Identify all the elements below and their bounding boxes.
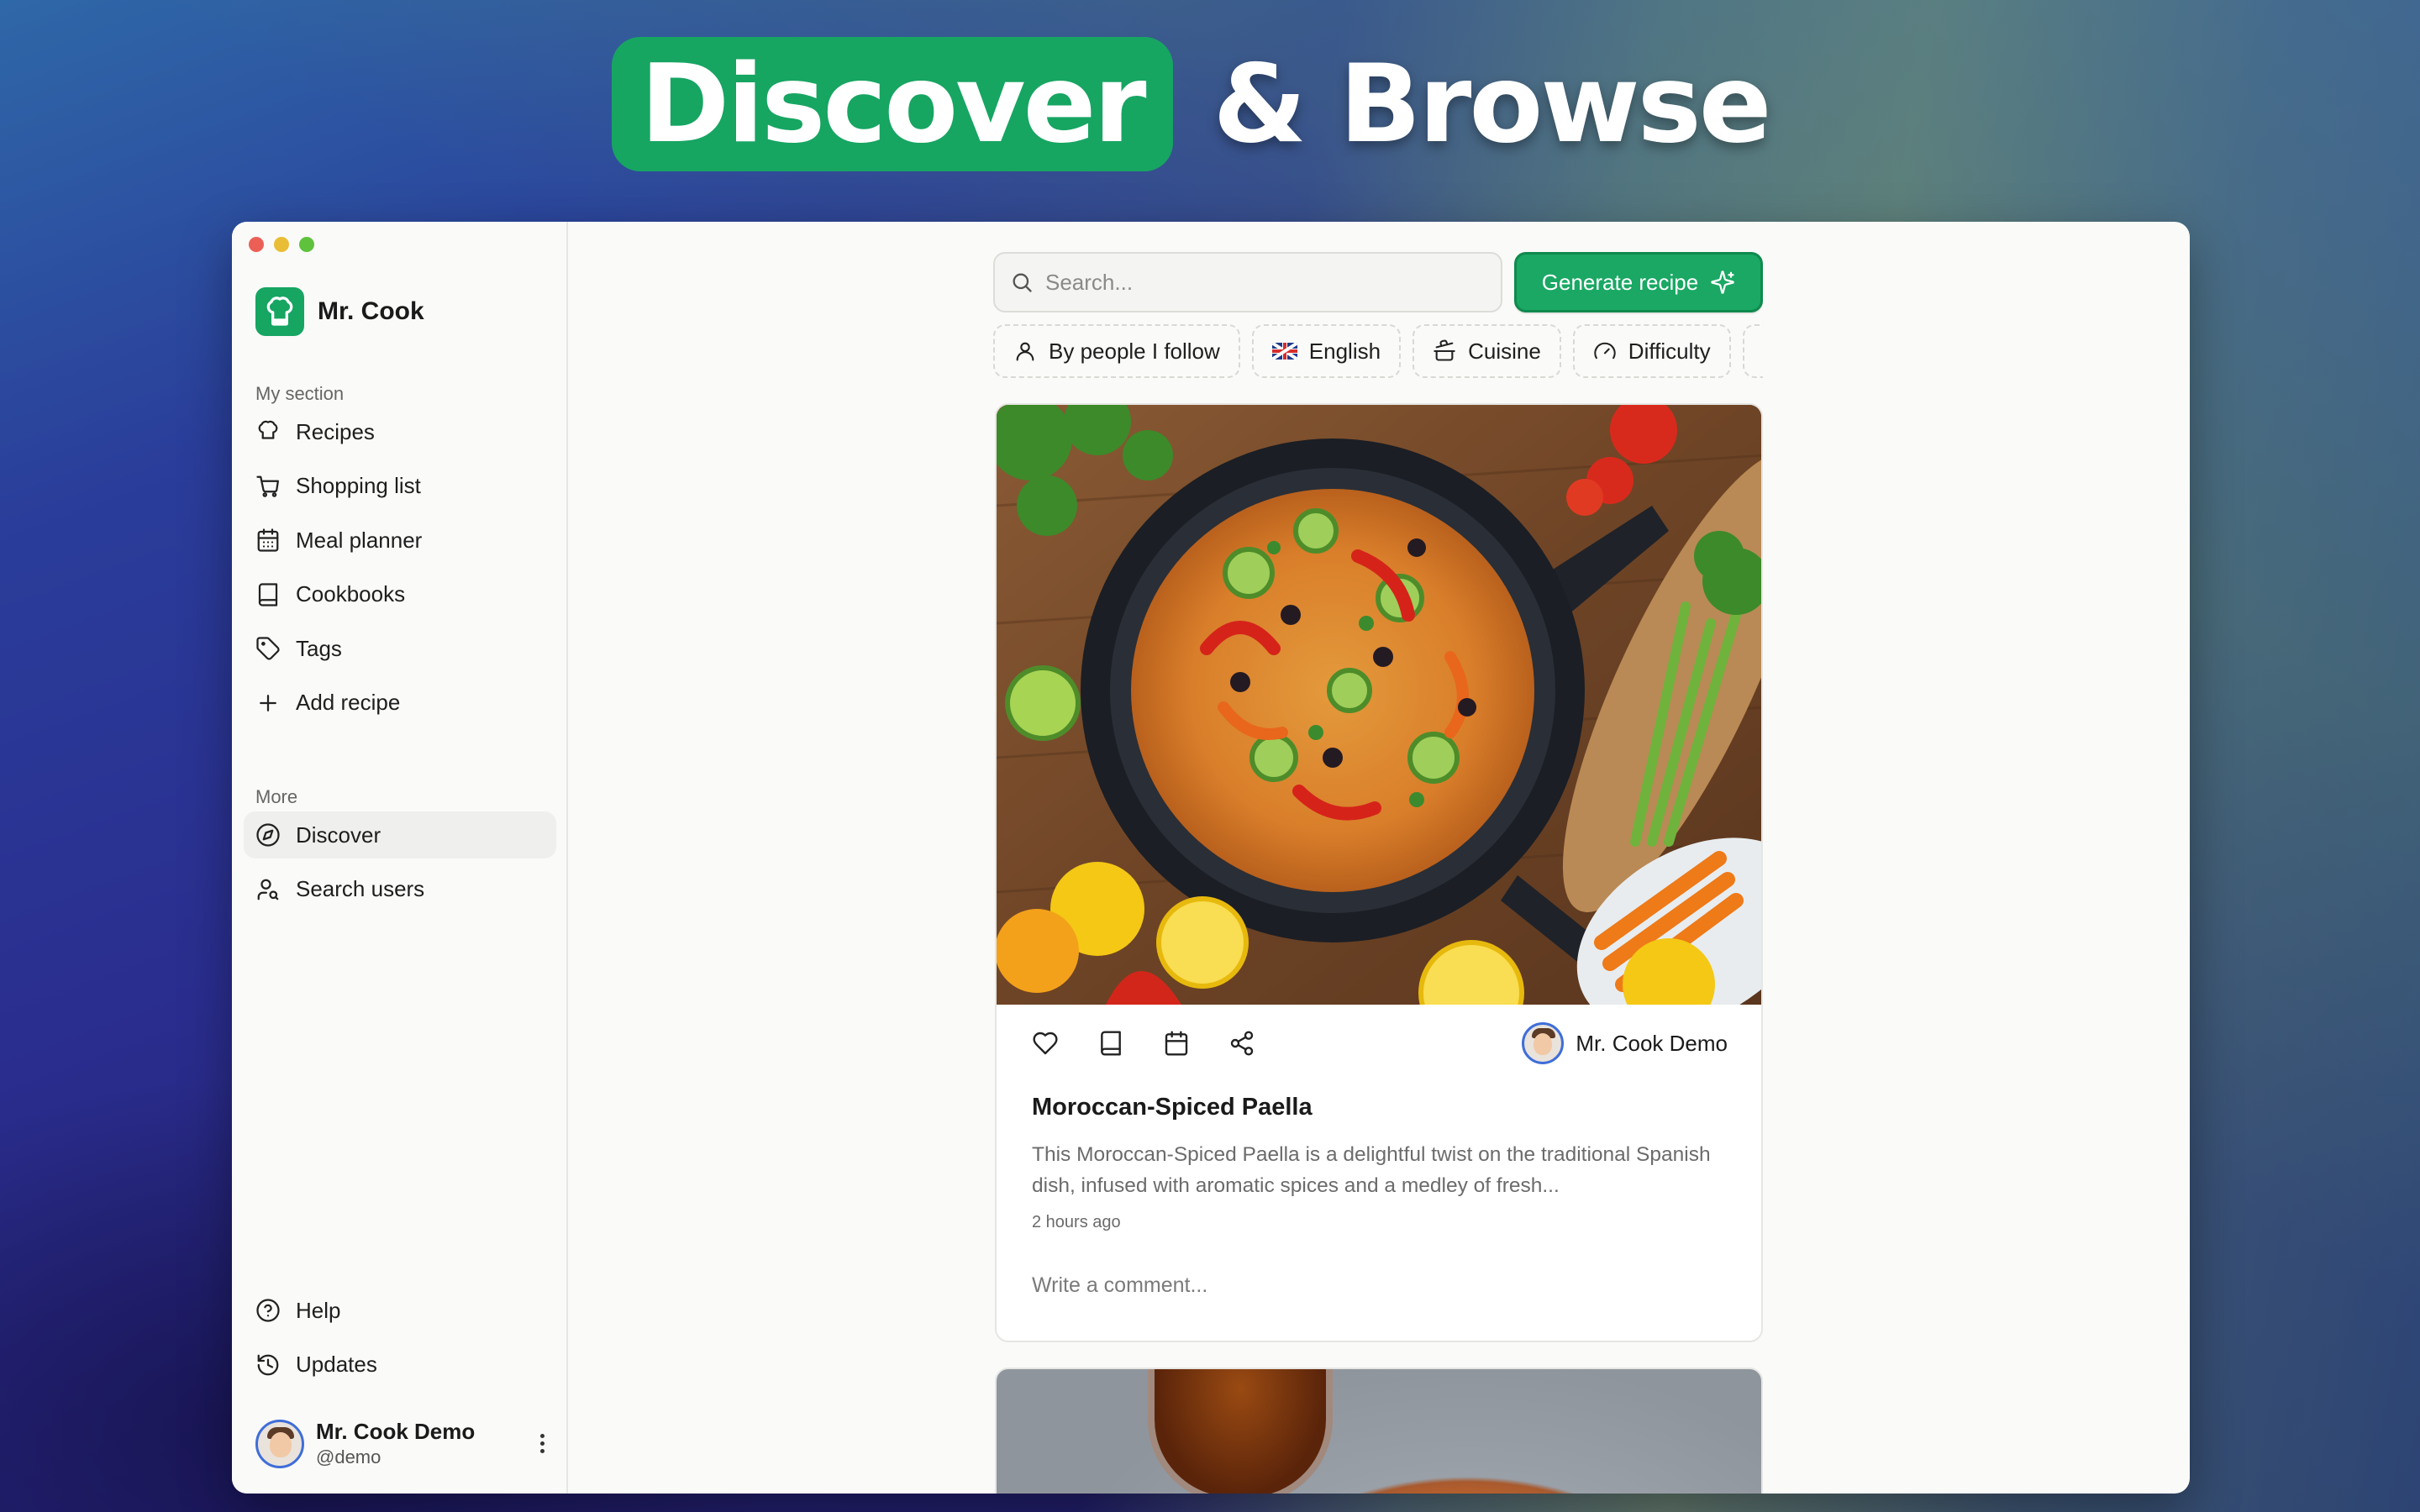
user-search-icon xyxy=(257,879,279,900)
sidebar-item-label: Recipes xyxy=(296,418,375,444)
sidebar-item-recipes[interactable]: Recipes xyxy=(244,408,556,455)
sidebar-item-add-recipe[interactable]: Add recipe xyxy=(244,680,556,727)
minimize-window-button[interactable] xyxy=(274,237,289,252)
add-to-meal-plan-button[interactable] xyxy=(1161,1028,1192,1058)
recipe-title[interactable]: Moroccan-Spiced Paella xyxy=(1032,1094,1313,1121)
sidebar-item-label: Tags xyxy=(296,635,342,661)
app-window: Mr. Cook My section Recipes Shopping lis… xyxy=(232,222,2190,1494)
pot-icon xyxy=(1434,339,1455,361)
sidebar-item-label: Discover xyxy=(296,822,381,848)
recipe-card[interactable]: Mr. Cook Demo Moroccan-Spiced Paella Thi… xyxy=(995,403,1763,1342)
sidebar: Mr. Cook My section Recipes Shopping lis… xyxy=(232,222,568,1494)
filter-label: Cuisine xyxy=(1468,338,1541,364)
sidebar-item-label: Updates xyxy=(296,1352,377,1377)
sidebar-item-discover[interactable]: Discover xyxy=(244,811,556,858)
uk-flag-icon xyxy=(1271,343,1297,360)
main-content: Generate recipe By people I follow Engli… xyxy=(568,222,2190,1494)
filter-label: By people I follow xyxy=(1049,338,1220,364)
user-icon xyxy=(1016,342,1034,361)
sidebar-item-label: Add recipe xyxy=(296,690,401,715)
book-icon xyxy=(258,582,278,606)
more-options-icon[interactable] xyxy=(529,1427,555,1461)
recipe-image[interactable] xyxy=(997,405,1761,1005)
recipe-timestamp: 2 hours ago xyxy=(1032,1213,1121,1231)
close-window-button[interactable] xyxy=(249,237,264,252)
avatar xyxy=(255,1419,304,1468)
sidebar-item-shopping-list[interactable]: Shopping list xyxy=(244,463,556,510)
history-icon xyxy=(257,1354,279,1375)
sidebar-item-label: Search users xyxy=(296,876,425,901)
headline-highlight: Discover xyxy=(612,37,1173,171)
recipe-image xyxy=(1148,1369,1333,1494)
sidebar-item-tags[interactable]: Tags xyxy=(244,625,556,672)
window-controls xyxy=(249,237,314,252)
calendar-icon xyxy=(257,528,279,552)
zoom-window-button[interactable] xyxy=(299,237,314,252)
marketing-headline: Discover & Browse xyxy=(612,37,1772,171)
sidebar-item-help[interactable]: Help xyxy=(244,1287,556,1334)
generate-recipe-label: Generate recipe xyxy=(1541,269,1699,295)
search-bar[interactable] xyxy=(993,252,1502,312)
sidebar-item-meal-planner[interactable]: Meal planner xyxy=(244,517,556,564)
heart-icon xyxy=(1033,1032,1058,1055)
recipe-card-next[interactable] xyxy=(995,1368,1763,1494)
section-label-my: My section xyxy=(255,383,345,404)
calendar-icon xyxy=(1165,1031,1188,1056)
sparkles-icon xyxy=(1711,270,1734,294)
help-circle-icon xyxy=(256,1299,280,1322)
sidebar-item-label: Help xyxy=(296,1297,341,1323)
search-input[interactable] xyxy=(1045,269,1482,296)
user-name: Mr. Cook Demo xyxy=(316,1419,476,1444)
plus-icon xyxy=(260,694,276,711)
sidebar-item-search-users[interactable]: Search users xyxy=(244,866,556,913)
gauge-icon xyxy=(1594,342,1616,360)
filter-rating[interactable] xyxy=(1742,324,1763,378)
avatar xyxy=(1522,1022,1565,1064)
filter-cuisine[interactable]: Cuisine xyxy=(1413,324,1561,378)
current-user[interactable]: Mr. Cook Demo @demo xyxy=(255,1419,555,1468)
comment-input[interactable]: Write a comment... xyxy=(1032,1273,1207,1298)
recipe-actions: Mr. Cook Demo xyxy=(1030,1018,1728,1068)
share-icon xyxy=(1230,1031,1254,1056)
filter-following[interactable]: By people I follow xyxy=(993,324,1240,378)
filter-label: English xyxy=(1308,338,1381,364)
sidebar-item-label: Meal planner xyxy=(296,527,423,553)
nav-more-section: Discover Search users xyxy=(244,811,556,920)
nav-footer-section: Help Updates xyxy=(244,1287,556,1395)
cart-icon xyxy=(256,475,279,497)
author-name: Mr. Cook Demo xyxy=(1576,1030,1728,1056)
user-text: Mr. Cook Demo @demo xyxy=(316,1419,518,1468)
search-icon xyxy=(1013,273,1032,292)
sidebar-item-label: Shopping list xyxy=(296,473,421,498)
filter-label: Difficulty xyxy=(1628,338,1711,364)
sidebar-item-cookbooks[interactable]: Cookbooks xyxy=(244,571,556,618)
tag-icon xyxy=(256,637,280,660)
app-name: Mr. Cook xyxy=(318,297,424,325)
paella-photo xyxy=(997,405,1761,1005)
filter-language[interactable]: English xyxy=(1251,324,1402,378)
book-icon xyxy=(1101,1031,1121,1056)
like-button[interactable] xyxy=(1030,1028,1060,1058)
compass-icon xyxy=(256,823,280,847)
recipe-author[interactable]: Mr. Cook Demo xyxy=(1522,1022,1728,1064)
share-button[interactable] xyxy=(1227,1028,1257,1058)
add-to-cookbook-button[interactable] xyxy=(1096,1028,1126,1058)
sidebar-item-label: Cookbooks xyxy=(296,581,406,606)
filter-chips: By people I follow English Cuisine Diffi… xyxy=(993,324,1763,378)
filter-difficulty[interactable]: Difficulty xyxy=(1572,324,1731,378)
headline-rest: & Browse xyxy=(1213,41,1772,167)
app-brand[interactable]: Mr. Cook xyxy=(255,287,424,336)
sidebar-item-updates[interactable]: Updates xyxy=(244,1341,556,1389)
nav-my-section: Recipes Shopping list Meal planner Cookb… xyxy=(244,408,556,733)
chef-hat-icon xyxy=(258,420,278,439)
chef-hat-logo-icon xyxy=(255,287,304,336)
user-handle: @demo xyxy=(316,1446,381,1467)
generate-recipe-button[interactable]: Generate recipe xyxy=(1514,252,1763,312)
section-label-more: More xyxy=(255,786,298,807)
recipe-description: This Moroccan-Spiced Paella is a delight… xyxy=(1032,1143,1711,1197)
